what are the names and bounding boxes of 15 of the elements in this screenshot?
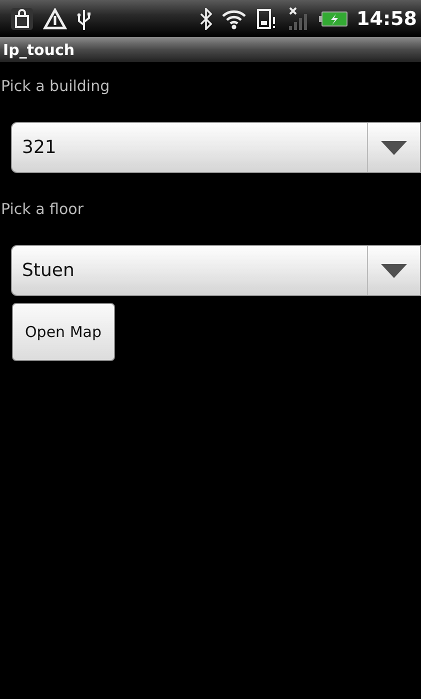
- clock-time: 14:58: [356, 8, 417, 30]
- field-label: Pick a floor: [1, 200, 85, 220]
- bluetooth-icon: [200, 8, 212, 30]
- dropdown[interactable]: 321: [11, 122, 421, 173]
- sd-card-icon: [256, 8, 278, 30]
- open-map-button[interactable]: Open Map: [12, 303, 114, 361]
- wifi-icon: [220, 8, 247, 30]
- battery-charging-icon: [318, 10, 348, 26]
- app-title: Ip_touch: [3, 40, 75, 58]
- dropdown-arrow-icon: [381, 140, 407, 154]
- dropdown[interactable]: Stuen: [11, 245, 421, 296]
- warning-icon: [43, 8, 67, 30]
- field-label: Pick a building: [1, 77, 111, 97]
- dropdown-arrow-icon: [381, 264, 407, 278]
- no-signal-icon: [286, 6, 309, 30]
